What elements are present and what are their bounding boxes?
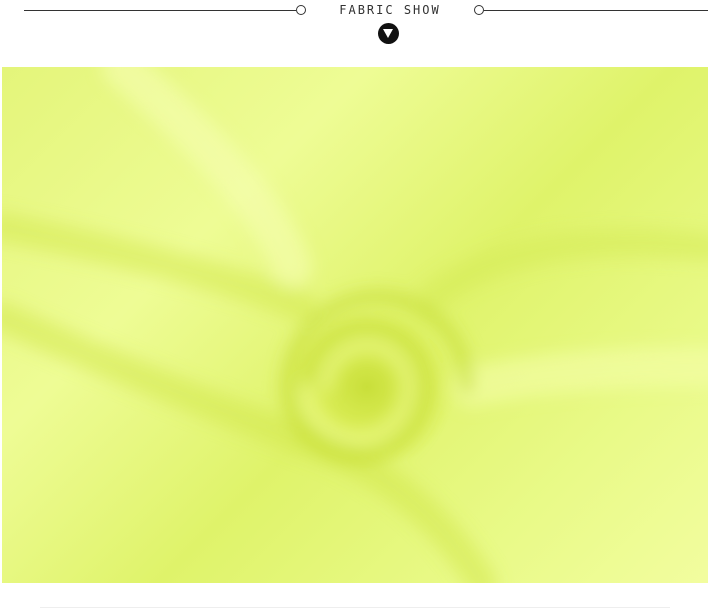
circle-ornament-right (474, 5, 484, 15)
bottom-divider (40, 607, 670, 608)
divider-line-left (24, 10, 296, 11)
divider-line-right (484, 10, 708, 11)
fabric-swirl-shading (2, 67, 708, 583)
circle-ornament-left (296, 5, 306, 15)
fabric-photo (2, 67, 708, 583)
section-title: FABRIC SHOW (339, 3, 441, 17)
down-arrow-icon (378, 23, 399, 44)
